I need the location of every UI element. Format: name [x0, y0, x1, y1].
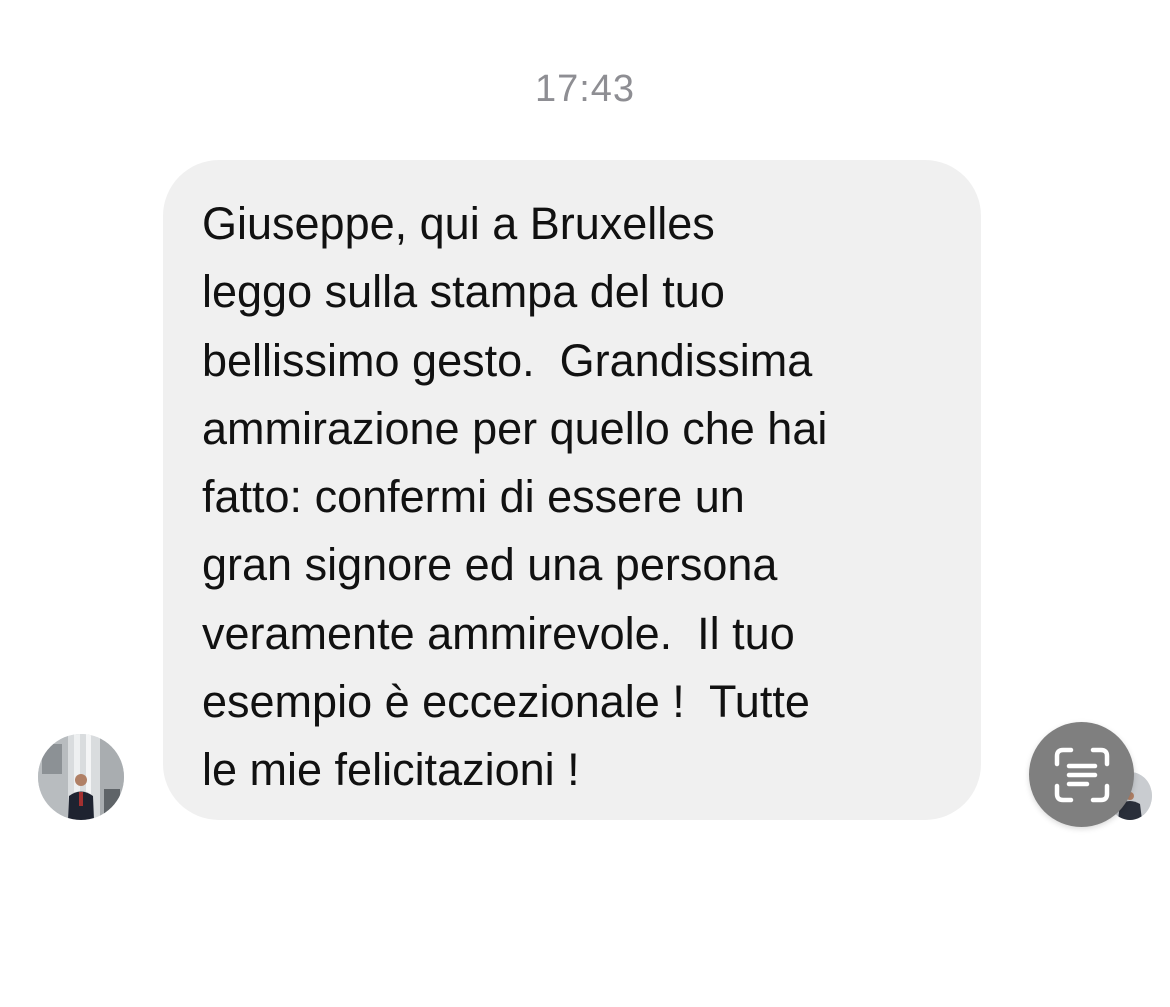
live-text-scan-icon	[1054, 747, 1109, 802]
message-line: ammirazione per quello che hai	[202, 402, 828, 454]
message-line: bellissimo gesto. Grandissima	[202, 334, 813, 386]
avatar-photo	[38, 734, 124, 820]
sender-avatar[interactable]	[38, 734, 124, 820]
message-line: le mie felicitazioni !	[202, 744, 580, 796]
message-line: veramente ammirevole. Il tuo	[202, 607, 795, 659]
message-timestamp: 17:43	[534, 68, 636, 108]
message-line: gran signore ed una persona	[202, 539, 778, 591]
message-line: fatto: confermi di essere un	[202, 471, 745, 523]
message-line: Giuseppe, qui a Bruxelles	[202, 198, 715, 249]
live-text-button[interactable]	[1029, 722, 1134, 827]
message-bubble[interactable]: Giuseppe, qui a Bruxelles leggo sulla st…	[163, 160, 981, 820]
message-line: esempio è eccezionale ! Tutte	[202, 676, 810, 728]
message-line: leggo sulla stampa del tuo	[202, 266, 725, 318]
